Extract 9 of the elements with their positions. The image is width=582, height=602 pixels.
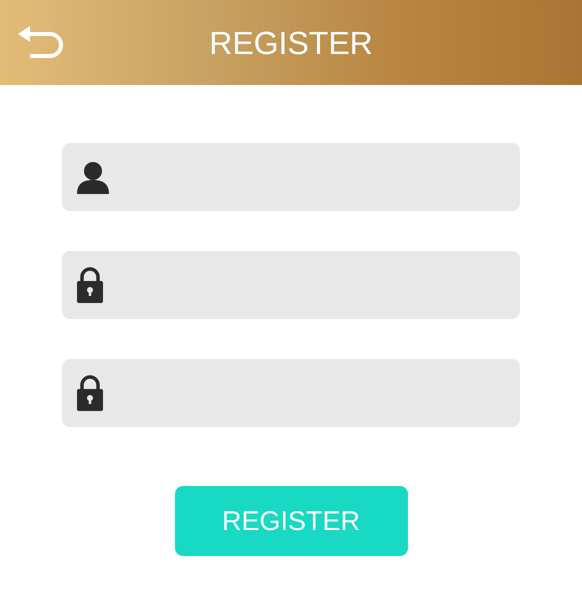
register-button[interactable]: REGISTER [174,486,408,556]
back-arrow-icon [18,25,64,59]
header-title: REGISTER [209,24,373,62]
lock-icon [76,267,104,303]
input-field[interactable] [62,143,520,211]
input-field[interactable] [62,359,520,427]
person-icon [76,160,110,194]
input-field[interactable] [62,251,520,319]
lock-icon [76,375,104,411]
